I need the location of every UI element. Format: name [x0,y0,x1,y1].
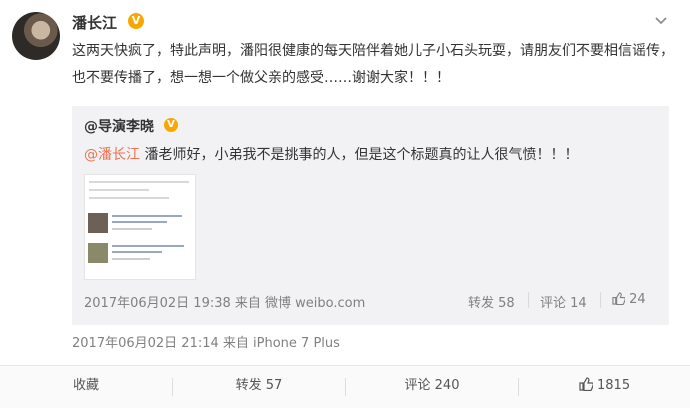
verified-badge-icon: V [164,118,178,132]
thumbnail-photo [88,213,108,233]
repost-comment-count[interactable]: 评论 14 [540,292,587,311]
thumbnail-photo [88,243,108,263]
repost-text: @潘长江 潘老师好，小弟我不是挑事的人，但是这个标题真的让人很气愤！！！ [84,144,578,164]
post-source[interactable]: 来自 iPhone 7 Plus [223,336,340,351]
post-timestamp[interactable]: 2017年06月02日 21:14 [72,336,219,351]
repost-repost-count[interactable]: 转发 58 [468,292,515,311]
repost-like-button[interactable]: 24 [612,292,646,307]
action-bar: 收藏 转发 57 评论 240 1815 [0,365,690,408]
post-username[interactable]: 潘长江 [72,12,117,33]
thumbs-up-icon [612,292,625,305]
comment-button[interactable]: 评论 240 [346,366,518,408]
verified-badge-icon: V [128,13,144,29]
repost-username[interactable]: @导演李晓 [84,116,154,136]
repost-source[interactable]: 来自 微博 weibo.com [235,296,365,311]
divider [528,292,529,308]
favorite-button[interactable]: 收藏 [0,366,172,408]
repost-body: 潘老师好，小弟我不是挑事的人，但是这个标题真的让人很气愤！！！ [140,147,579,163]
mention-link[interactable]: @潘长江 [84,147,140,163]
post-meta: 2017年06月02日 21:14 来自 iPhone 7 Plus [72,332,340,351]
like-button[interactable]: 1815 [519,366,690,408]
repost-meta: 2017年06月02日 19:38 来自 微博 weibo.com [84,292,365,311]
chevron-down-icon[interactable] [654,14,668,28]
divider [600,292,601,308]
avatar[interactable] [12,12,60,60]
weibo-post-card: 潘长江 V 这两天快疯了，特此声明，潘阳很健康的每天陪伴着她儿子小石头玩耍，请朋… [0,0,690,408]
repost-like-count: 24 [629,292,646,307]
thumbs-up-icon [579,377,593,391]
repost-image-thumbnail[interactable] [84,174,196,280]
post-text: 这两天快疯了，特此声明，潘阳很健康的每天陪伴着她儿子小石头玩耍，请朋友们不要相信… [72,43,674,86]
repost-button[interactable]: 转发 57 [173,366,345,408]
repost-timestamp[interactable]: 2017年06月02日 19:38 [84,296,231,311]
repost-box: @导演李晓 V @潘长江 潘老师好，小弟我不是挑事的人，但是这个标题真的让人很气… [72,106,669,325]
like-count: 1815 [597,378,631,393]
